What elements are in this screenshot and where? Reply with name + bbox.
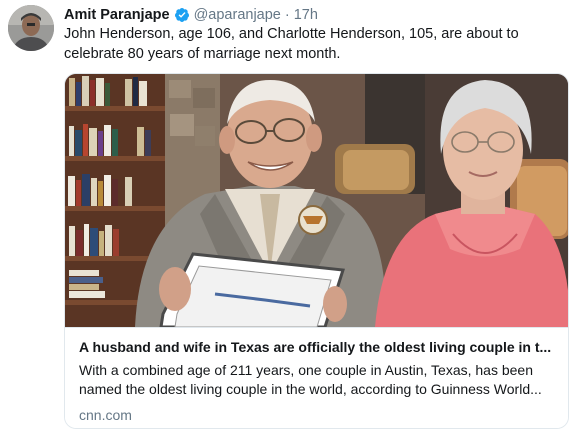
card-description: With a combined age of 211 years, one co…: [79, 362, 542, 397]
display-name[interactable]: Amit Paranjape: [64, 5, 170, 25]
card-image[interactable]: [65, 74, 568, 327]
handle[interactable]: @aparanjape: [194, 5, 281, 25]
timestamp[interactable]: 17h: [294, 5, 318, 25]
link-card[interactable]: A husband and wife in Texas are official…: [64, 73, 569, 429]
verified-badge-icon: [174, 8, 189, 22]
couple-photo: [65, 74, 568, 327]
card-domain[interactable]: cnn.com: [79, 406, 556, 424]
tweet-header: Amit Paranjape @aparanjape · 17h: [64, 5, 318, 25]
card-title[interactable]: A husband and wife in Texas are official…: [79, 338, 554, 357]
avatar[interactable]: [8, 5, 54, 51]
separator-dot: ·: [284, 7, 290, 23]
tweet: Amit Paranjape @aparanjape · 17h John He…: [0, 0, 577, 437]
tweet-text: John Henderson, age 106, and Charlotte H…: [64, 26, 519, 62]
avatar-image: [8, 5, 54, 51]
card-body[interactable]: A husband and wife in Texas are official…: [65, 327, 568, 428]
